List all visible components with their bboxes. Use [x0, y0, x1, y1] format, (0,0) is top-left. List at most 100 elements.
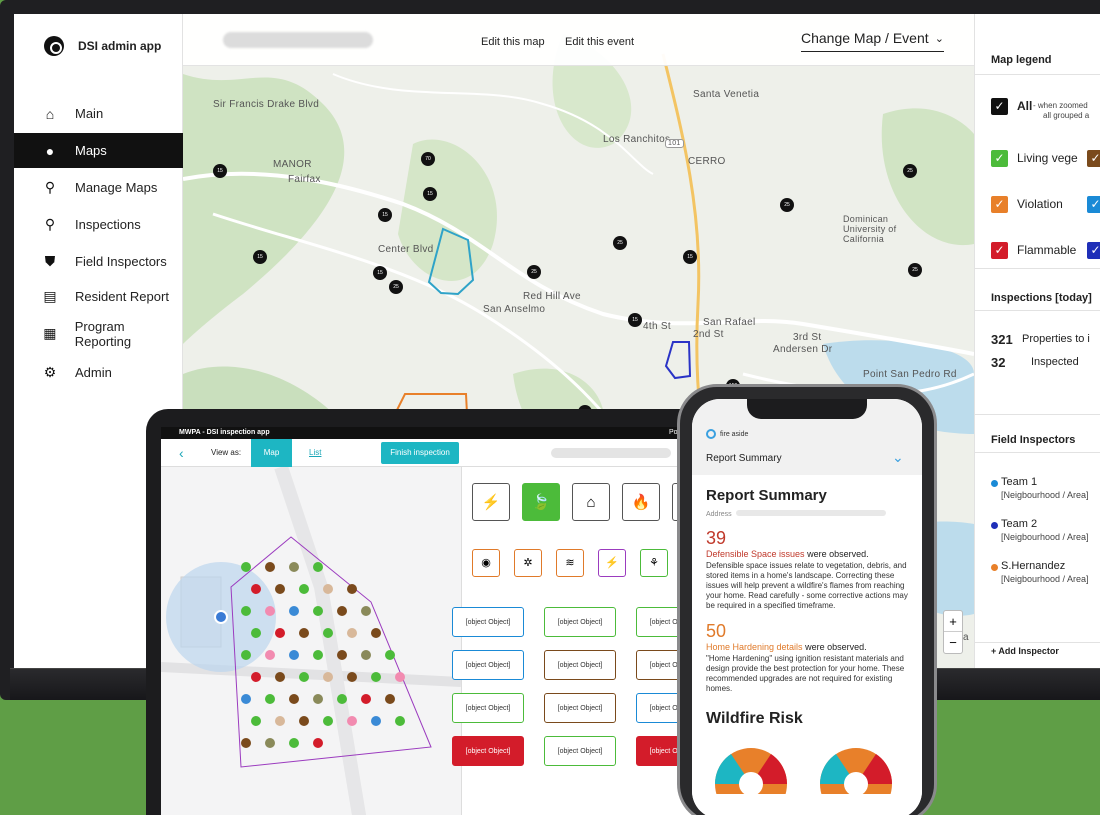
cluster-pin[interactable]: 15: [253, 250, 267, 264]
plant-marker[interactable]: [323, 628, 333, 638]
sidebar-item-main[interactable]: ⌂ Main: [14, 96, 183, 131]
back-icon[interactable]: ‹: [179, 439, 184, 467]
plant-marker[interactable]: [241, 694, 251, 704]
legend-checkbox[interactable]: ✓: [991, 242, 1008, 259]
plant-marker[interactable]: [241, 738, 251, 748]
plant-marker[interactable]: [323, 672, 333, 682]
sidebar-item-resident-report[interactable]: ▤ Resident Report: [14, 279, 183, 314]
plant-marker[interactable]: [323, 584, 333, 594]
plant-marker[interactable]: [251, 628, 261, 638]
plant-marker[interactable]: [361, 694, 371, 704]
plant-marker[interactable]: [347, 584, 357, 594]
cluster-pin[interactable]: 15: [423, 187, 437, 201]
checkbox-all[interactable]: ✓: [991, 98, 1008, 115]
cluster-pin[interactable]: 25: [527, 265, 541, 279]
plant-marker[interactable]: [337, 650, 347, 660]
sidebar-item-manage-maps[interactable]: ⚲ Manage Maps: [14, 170, 183, 205]
cluster-pin[interactable]: 25: [908, 263, 922, 277]
plant-marker[interactable]: [289, 694, 299, 704]
subcategory-2-icon[interactable]: ✲: [514, 549, 542, 577]
inspection-option[interactable]: [object Object]: [544, 736, 616, 766]
plant-marker[interactable]: [265, 694, 275, 704]
plant-marker[interactable]: [241, 562, 251, 572]
plant-marker[interactable]: [275, 716, 285, 726]
plant-marker[interactable]: [299, 584, 309, 594]
subcategory-3-icon[interactable]: ≋: [556, 549, 584, 577]
plant-marker[interactable]: [251, 672, 261, 682]
plant-marker[interactable]: [361, 606, 371, 616]
add-inspector-button[interactable]: + Add Inspector: [991, 646, 1059, 656]
cluster-pin[interactable]: 70: [421, 152, 435, 166]
property-map[interactable]: [161, 467, 461, 815]
plant-marker[interactable]: [299, 628, 309, 638]
plant-marker[interactable]: [313, 694, 323, 704]
inspector-name[interactable]: Team 2: [1001, 518, 1037, 530]
plant-marker[interactable]: [289, 606, 299, 616]
plant-marker[interactable]: [275, 672, 285, 682]
change-map-dropdown[interactable]: Change Map / Event ⌄: [801, 30, 944, 52]
inspection-option[interactable]: [object Object]: [452, 607, 524, 637]
edit-event-link[interactable]: Edit this event: [565, 36, 634, 48]
legend-checkbox[interactable]: ✓: [1087, 150, 1100, 167]
legend-checkbox[interactable]: ✓: [991, 150, 1008, 167]
sidebar-item-program-reporting[interactable]: ▦ Program Reporting: [14, 316, 183, 351]
cluster-pin[interactable]: 25: [389, 280, 403, 294]
cluster-pin[interactable]: 15: [213, 164, 227, 178]
plant-marker[interactable]: [371, 716, 381, 726]
cluster-pin[interactable]: 15: [683, 250, 697, 264]
plant-marker[interactable]: [241, 650, 251, 660]
zone-outline-navy[interactable]: [664, 341, 692, 380]
plant-marker[interactable]: [371, 672, 381, 682]
zoom-in-button[interactable]: +: [944, 611, 962, 632]
plant-marker[interactable]: [299, 716, 309, 726]
plant-marker[interactable]: [337, 694, 347, 704]
cluster-pin[interactable]: 15: [373, 266, 387, 280]
plant-marker[interactable]: [265, 738, 275, 748]
plant-marker[interactable]: [289, 650, 299, 660]
plant-marker[interactable]: [347, 716, 357, 726]
category-3-icon[interactable]: ⌂: [572, 483, 610, 521]
plant-marker[interactable]: [385, 650, 395, 660]
inspection-option[interactable]: [object Object]: [452, 650, 524, 680]
subcategory-4-icon[interactable]: ⚡: [598, 549, 626, 577]
plant-marker[interactable]: [265, 650, 275, 660]
plant-marker[interactable]: [289, 738, 299, 748]
legend-checkbox[interactable]: ✓: [1087, 196, 1100, 213]
inspection-option[interactable]: [object Object]: [544, 693, 616, 723]
report-dropdown-label[interactable]: Report Summary: [706, 453, 782, 464]
plant-marker[interactable]: [299, 672, 309, 682]
plant-marker[interactable]: [371, 628, 381, 638]
inspector-name[interactable]: S.Hernandez: [1001, 560, 1065, 572]
plant-marker[interactable]: [241, 606, 251, 616]
plant-marker[interactable]: [385, 694, 395, 704]
plant-marker[interactable]: [265, 606, 275, 616]
finish-inspection-button[interactable]: Finish inspection: [381, 442, 459, 464]
plant-marker[interactable]: [251, 584, 261, 594]
sidebar-item-maps[interactable]: ● Maps: [14, 133, 183, 168]
plant-marker[interactable]: [337, 606, 347, 616]
tab-map[interactable]: Map: [251, 439, 292, 467]
legend-checkbox[interactable]: ✓: [991, 196, 1008, 213]
plant-marker[interactable]: [251, 716, 261, 726]
cluster-pin[interactable]: 25: [780, 198, 794, 212]
plant-marker[interactable]: [361, 650, 371, 660]
inspection-option[interactable]: [object Object]: [452, 693, 524, 723]
plant-marker[interactable]: [313, 562, 323, 572]
plant-marker[interactable]: [313, 738, 323, 748]
cluster-pin[interactable]: 15: [378, 208, 392, 222]
category-4-icon[interactable]: 🔥: [622, 483, 660, 521]
legend-checkbox[interactable]: ✓: [1087, 242, 1100, 259]
plant-marker[interactable]: [323, 716, 333, 726]
subcategory-5-icon[interactable]: ⚘: [640, 549, 668, 577]
plant-marker[interactable]: [275, 628, 285, 638]
cluster-pin[interactable]: 15: [628, 313, 642, 327]
plant-marker[interactable]: [347, 672, 357, 682]
inspection-option[interactable]: [object Object]: [544, 607, 616, 637]
inspection-option[interactable]: [object Object]: [544, 650, 616, 680]
zoom-controls[interactable]: + −: [943, 610, 963, 654]
zoom-out-button[interactable]: −: [944, 632, 962, 653]
plant-marker[interactable]: [347, 628, 357, 638]
sidebar-item-field-inspectors[interactable]: ⛊ Field Inspectors: [14, 244, 183, 279]
plant-marker[interactable]: [395, 716, 405, 726]
category-2-icon[interactable]: 🍃: [522, 483, 560, 521]
